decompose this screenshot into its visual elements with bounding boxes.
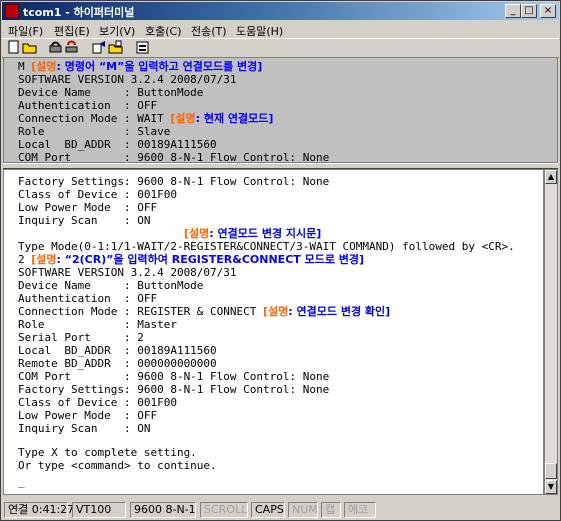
close-button[interactable]: ×	[540, 4, 556, 18]
terminal-buffer-upper: M [설명: 명령어 “M”을 입력하고 연결모드를 변경] SOFTWARE …	[3, 57, 558, 164]
terminal-line: Connection Mode : WAIT [설명: 현재 연결모드]	[18, 112, 274, 125]
terminal-line: Or type <command> to continue.	[18, 459, 217, 472]
scroll-down-button[interactable]: ▼	[545, 480, 557, 494]
terminal-screen[interactable]: Factory Settings: 9600 8-N-1 Flow Contro…	[3, 169, 544, 495]
send-icon[interactable]	[92, 40, 107, 55]
terminal-line: SOFTWARE VERSION 3.2.4 2008/07/31	[18, 266, 237, 279]
menu-view[interactable]: 보기(V)	[99, 23, 135, 39]
scroll-up-button[interactable]: ▲	[545, 170, 557, 184]
title-bar[interactable]: tcom1 - 하이퍼터미널 _ □ ×	[2, 2, 559, 20]
terminal-line: SOFTWARE VERSION 3.2.4 2008/07/31	[18, 73, 237, 86]
status-echo: 에코	[344, 502, 376, 518]
terminal-line: Device Name : ButtonMode	[18, 86, 204, 99]
status-scroll: SCROLL	[200, 502, 248, 518]
maximize-button[interactable]: □	[521, 4, 537, 18]
status-num: NUM	[288, 502, 318, 518]
terminal-line: Local BD_ADDR : 00189A111560	[18, 138, 217, 151]
terminal-line: Role : Master	[18, 318, 177, 331]
status-connected-time: 연결 0:41:27	[4, 502, 74, 518]
terminal-line: Role : Slave	[18, 125, 171, 138]
connect-icon[interactable]	[48, 40, 63, 55]
receive-icon[interactable]	[108, 40, 123, 55]
menu-transfer[interactable]: 전송(T)	[191, 23, 227, 39]
terminal-line: Connection Mode : REGISTER & CONNECT [설명…	[18, 305, 391, 318]
status-emulation: VT100	[72, 502, 126, 518]
menu-help[interactable]: 도움말(H)	[236, 23, 283, 39]
toolbar	[2, 38, 559, 58]
terminal-line: Class of Device : 001F00	[18, 396, 177, 409]
menu-edit[interactable]: 편집(E)	[54, 23, 90, 39]
new-icon[interactable]	[6, 40, 21, 55]
terminal-line: Remote BD_ADDR : 000000000000	[18, 357, 217, 370]
terminal-line: [설명: 연결모드 변경 지시문]	[184, 227, 322, 240]
status-port-settings: 9600 8-N-1	[130, 502, 196, 518]
terminal-line: Authentication : OFF	[18, 99, 158, 112]
status-bar: 연결 0:41:27 VT100 9600 8-N-1 SCROLL CAPS …	[2, 500, 559, 520]
app-icon[interactable]	[5, 4, 19, 18]
open-icon[interactable]	[22, 40, 37, 55]
status-capture: 캡	[321, 502, 341, 518]
terminal-line: Low Power Mode : OFF	[18, 409, 158, 422]
terminal-line: Type Mode(0-1:1/1-WAIT/2-REGISTER&CONNEC…	[18, 240, 515, 253]
menu-call[interactable]: 호출(C)	[145, 23, 182, 39]
terminal-line: Class of Device : 001F00	[18, 188, 177, 201]
terminal-line: M [설명: 명령어 “M”을 입력하고 연결모드를 변경]	[18, 60, 263, 73]
terminal-line: 2 [설명: “2(CR)”을 입력하여 REGISTER&CONNECT 모드…	[18, 253, 365, 266]
terminal-line: COM Port : 9600 8-N-1 Flow Control: None	[18, 370, 330, 383]
window-title: tcom1 - 하이퍼터미널	[23, 6, 135, 19]
terminal-line: Serial Port : 2	[18, 331, 144, 344]
vertical-scrollbar[interactable]: ▲ ▼	[544, 169, 558, 495]
terminal-line: Inquiry Scan : ON	[18, 214, 151, 227]
terminal-line: Low Power Mode : OFF	[18, 201, 158, 214]
scroll-thumb[interactable]	[545, 463, 557, 479]
terminal-cursor: _	[18, 475, 25, 488]
terminal-line: Type X to complete setting.	[18, 446, 197, 459]
terminal-line: Authentication : OFF	[18, 292, 158, 305]
terminal-line: Factory Settings: 9600 8-N-1 Flow Contro…	[18, 175, 330, 188]
terminal-line: Factory Settings: 9600 8-N-1 Flow Contro…	[18, 383, 330, 396]
minimize-button[interactable]: _	[505, 4, 521, 18]
disconnect-icon[interactable]	[64, 40, 79, 55]
status-caps: CAPS	[251, 502, 285, 518]
terminal-line: Inquiry Scan : ON	[18, 422, 151, 435]
menu-bar: 파일(F) 편집(E) 보기(V) 호출(C) 전송(T) 도움말(H)	[2, 20, 559, 38]
terminal-line: Local BD_ADDR : 00189A111560	[18, 344, 217, 357]
properties-icon[interactable]	[135, 40, 150, 55]
menu-file[interactable]: 파일(F)	[8, 23, 43, 39]
hyperterminal-window: tcom1 - 하이퍼터미널 _ □ × 파일(F) 편집(E) 보기(V) 호…	[0, 0, 561, 521]
terminal-line: Device Name : ButtonMode	[18, 279, 204, 292]
